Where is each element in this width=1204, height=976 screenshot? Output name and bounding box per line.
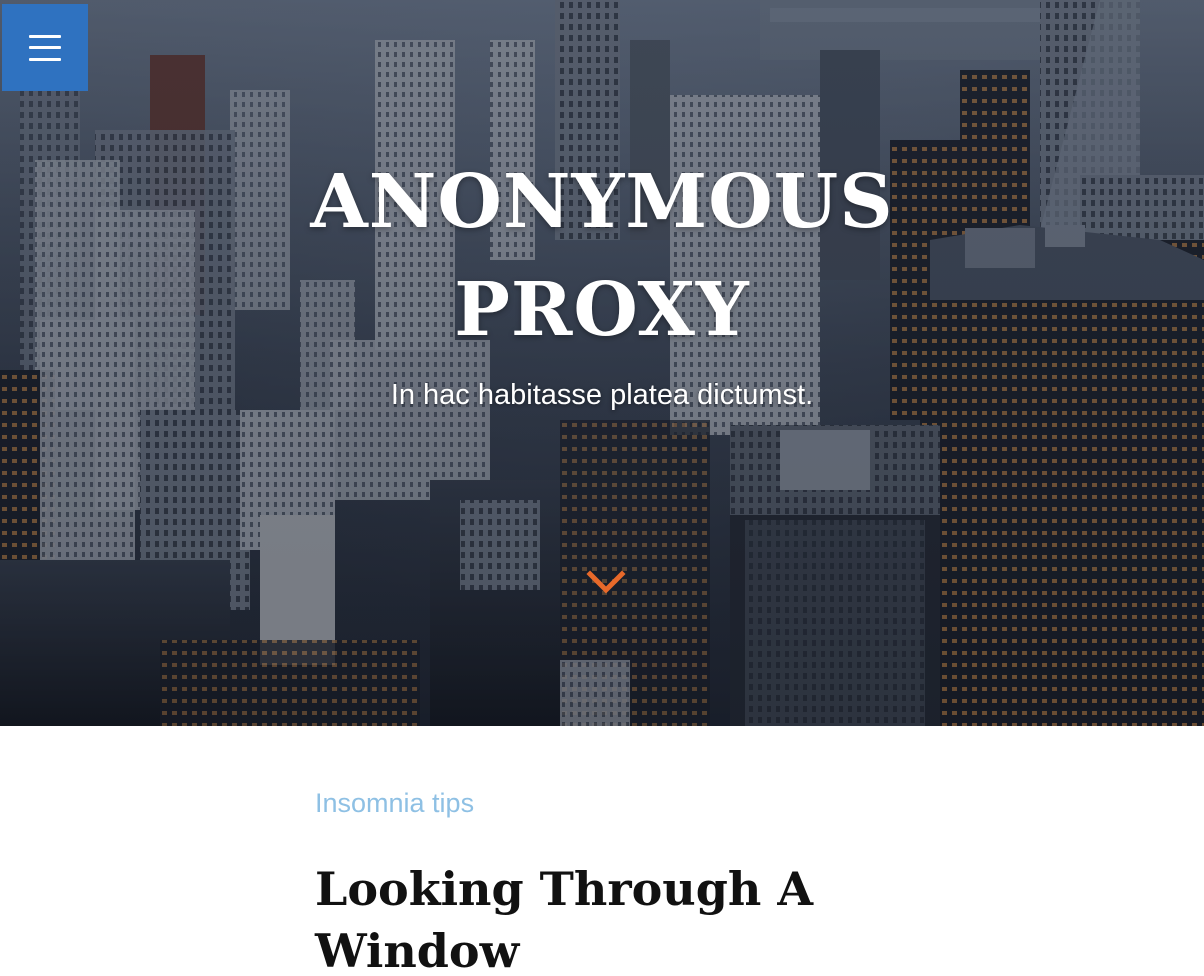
menu-button[interactable] <box>2 4 88 91</box>
hamburger-bar <box>29 57 61 61</box>
hamburger-bar <box>29 46 61 49</box>
site-title[interactable]: ANONYMOUS PROXY <box>0 148 1204 364</box>
hamburger-icon <box>29 34 61 61</box>
site-title-line-2: PROXY <box>454 267 750 353</box>
post-category-link[interactable]: Insomnia tips <box>315 786 474 820</box>
page: ANONYMOUS PROXY In hac habitasse platea … <box>0 0 1204 976</box>
main-content: Insomnia tips Looking Through A Window <box>0 726 1204 976</box>
hamburger-bar <box>29 34 61 38</box>
post-title[interactable]: Looking Through A Window <box>315 858 875 976</box>
site-title-line-1: ANONYMOUS <box>310 159 894 245</box>
chevron-down-icon <box>586 570 626 594</box>
hero-header: ANONYMOUS PROXY In hac habitasse platea … <box>0 0 1204 726</box>
scroll-down-button[interactable] <box>586 568 626 600</box>
site-tagline: In hac habitasse platea dictumst. <box>390 379 814 411</box>
